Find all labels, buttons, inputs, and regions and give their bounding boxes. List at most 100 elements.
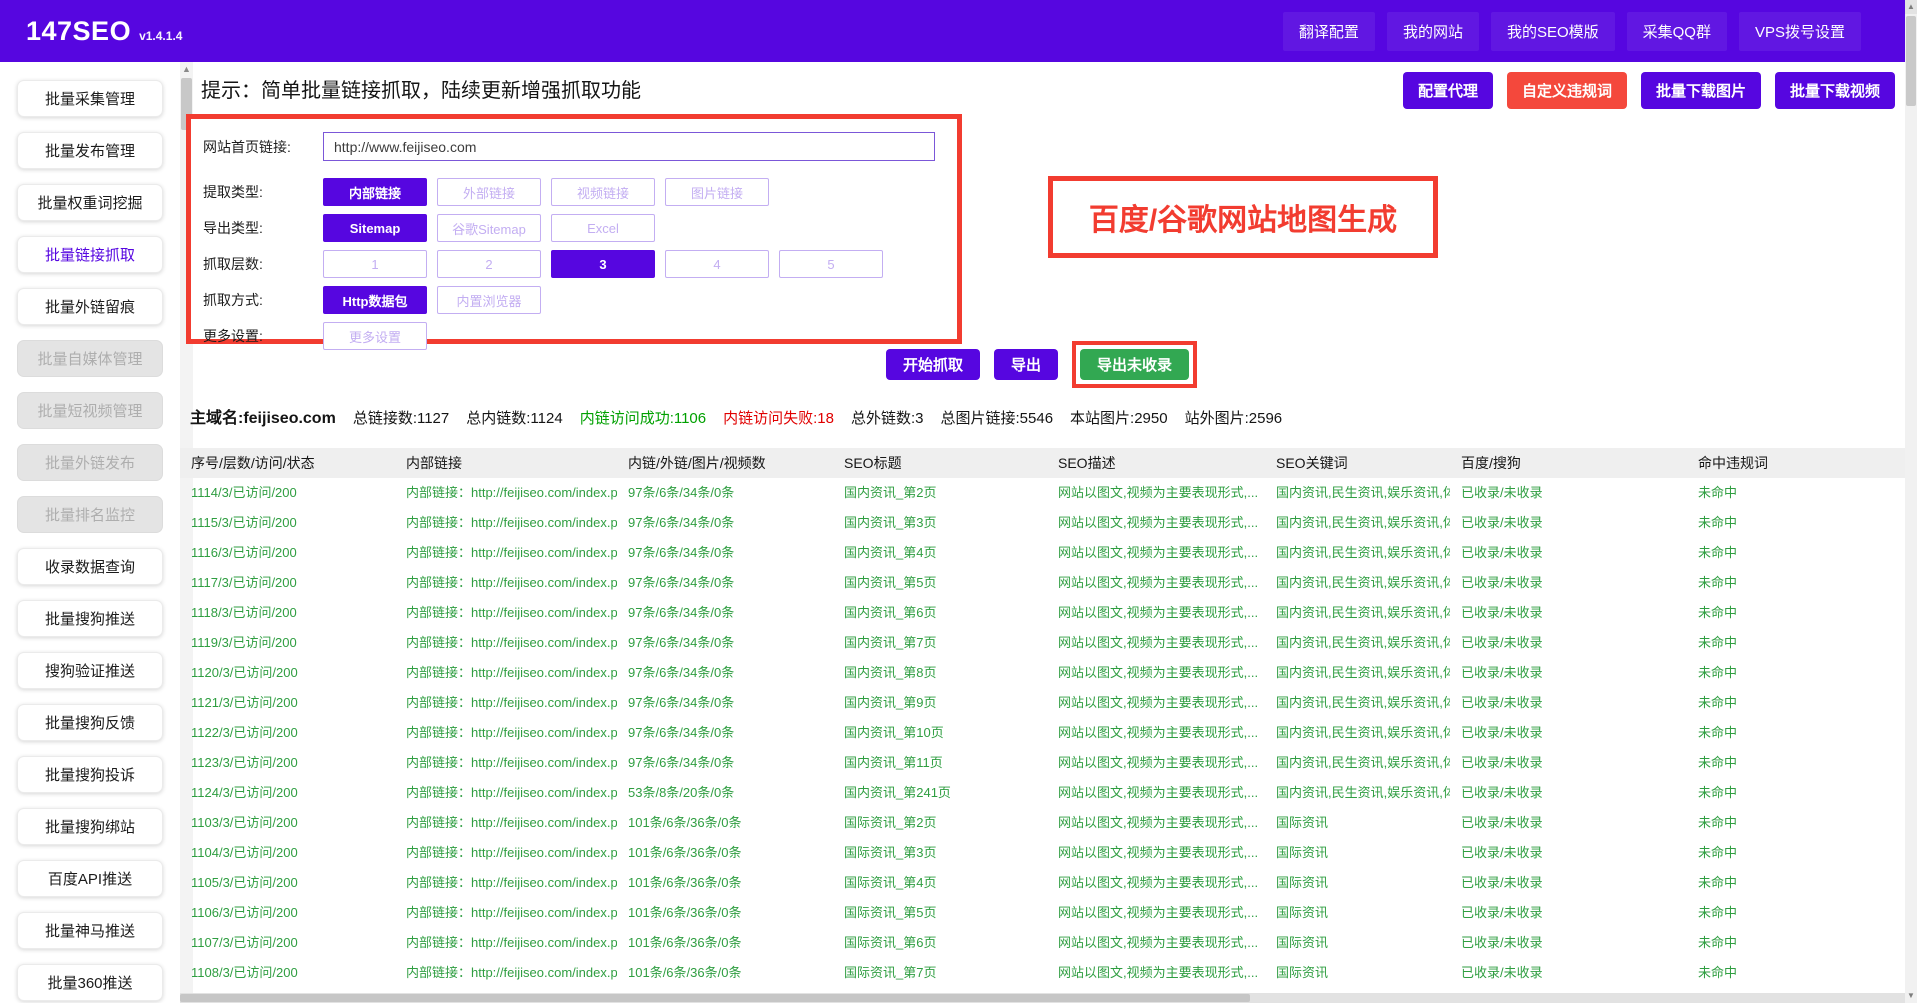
cell-7: 已收录/未收录 (1450, 508, 1687, 538)
column-header-6: SEO关键词 (1265, 448, 1450, 478)
nav-item-1[interactable]: 翻译配置 (1283, 12, 1375, 51)
column-header-8: 命中违规词 (1687, 448, 1905, 478)
sidebar-item-1[interactable]: 批量采集管理 (17, 80, 163, 117)
cell-8: 未命中 (1687, 838, 1905, 868)
table-row[interactable]: 1117/3/已访问/200内部链接：http://feijiseo.com/i… (180, 568, 1905, 598)
form-label-6: 更多设置: (203, 326, 323, 346)
action-button-2[interactable]: 导出 (994, 349, 1058, 380)
horizontal-scrollbar[interactable] (180, 993, 1905, 1003)
cell-7: 已收录/未收录 (1450, 478, 1687, 508)
nav-item-3[interactable]: 我的SEO模版 (1491, 12, 1615, 51)
table-row[interactable]: 1119/3/已访问/200内部链接：http://feijiseo.com/i… (180, 628, 1905, 658)
cell-4: 国际资讯_第4页 (833, 868, 1047, 898)
summary-stat-1: 主域名:feijiseo.com (190, 404, 336, 428)
cell-5: 网站以图文,视频为主要表现形式,... (1047, 508, 1265, 538)
table-row[interactable]: 1120/3/已访问/200内部链接：http://feijiseo.com/i… (180, 658, 1905, 688)
table-row[interactable]: 1103/3/已访问/200内部链接：http://feijiseo.com/i… (180, 808, 1905, 838)
toolbar-button-3[interactable]: 批量下载图片 (1641, 72, 1761, 109)
sidebar-item-14[interactable]: 批量搜狗投诉 (17, 756, 163, 793)
sidebar-item-11[interactable]: 批量搜狗推送 (17, 600, 163, 637)
table-row[interactable]: 1116/3/已访问/200内部链接：http://feijiseo.com/i… (180, 538, 1905, 568)
table-row[interactable]: 1107/3/已访问/200内部链接：http://feijiseo.com/i… (180, 928, 1905, 958)
sidebar-item-15[interactable]: 批量搜狗绑站 (17, 808, 163, 845)
column-header-3: 内链/外链/图片/视频数 (617, 448, 833, 478)
nav-item-4[interactable]: 采集QQ群 (1627, 12, 1727, 51)
sidebar-item-12[interactable]: 搜狗验证推送 (17, 652, 163, 689)
action-button-3[interactable]: 导出未收录 (1080, 349, 1189, 380)
option-button[interactable]: 视频链接 (551, 178, 655, 206)
cell-7: 已收录/未收录 (1450, 688, 1687, 718)
sidebar-item-10[interactable]: 收录数据查询 (17, 548, 163, 585)
cell-8: 未命中 (1687, 958, 1905, 988)
option-button[interactable]: 外部链接 (437, 178, 541, 206)
toolbar-button-1[interactable]: 配置代理 (1403, 72, 1493, 109)
table-row[interactable]: 1105/3/已访问/200内部链接：http://feijiseo.com/i… (180, 868, 1905, 898)
option-button[interactable]: Http数据包 (323, 286, 427, 314)
window-scrollbar[interactable]: ▲ ▼ (1905, 0, 1917, 1003)
option-button[interactable]: 4 (665, 250, 769, 278)
table-row[interactable]: 1122/3/已访问/200内部链接：http://feijiseo.com/i… (180, 718, 1905, 748)
sidebar: 批量采集管理批量发布管理批量权重词挖掘批量链接抓取批量外链留痕批量自媒体管理批量… (0, 62, 180, 1003)
option-button[interactable]: 内部链接 (323, 178, 427, 206)
cell-2: 内部链接：http://feijiseo.com/index.ph (395, 568, 617, 598)
cell-8: 未命中 (1687, 688, 1905, 718)
cell-6: 国内资讯,民生资讯,娱乐资讯,体育... (1265, 688, 1450, 718)
option-button[interactable]: 2 (437, 250, 541, 278)
cell-1: 1108/3/已访问/200 (180, 958, 395, 988)
cell-1: 1104/3/已访问/200 (180, 838, 395, 868)
nav-item-5[interactable]: VPS拨号设置 (1739, 12, 1861, 51)
sidebar-item-7: 批量短视频管理 (17, 392, 163, 429)
toolbar-button-2[interactable]: 自定义违规词 (1507, 72, 1627, 109)
sidebar-item-2[interactable]: 批量发布管理 (17, 132, 163, 169)
column-header-1: 序号/层数/访问/状态 (180, 448, 395, 478)
scroll-up-icon[interactable]: ▲ (180, 62, 193, 76)
option-button[interactable]: 图片链接 (665, 178, 769, 206)
sidebar-item-17[interactable]: 批量神马推送 (17, 912, 163, 949)
cell-7: 已收录/未收录 (1450, 958, 1687, 988)
sidebar-item-3[interactable]: 批量权重词挖掘 (17, 184, 163, 221)
option-button[interactable]: 谷歌Sitemap (437, 214, 541, 242)
toolbar-button-4[interactable]: 批量下载视频 (1775, 72, 1895, 109)
cell-5: 网站以图文,视频为主要表现形式,... (1047, 598, 1265, 628)
cell-6: 国内资讯,民生资讯,娱乐资讯,体育... (1265, 658, 1450, 688)
option-button[interactable]: 5 (779, 250, 883, 278)
hscrollbar-thumb[interactable] (180, 994, 1250, 1002)
form-label-3: 导出类型: (203, 218, 323, 238)
sidebar-item-5[interactable]: 批量外链留痕 (17, 288, 163, 325)
nav-item-2[interactable]: 我的网站 (1387, 12, 1479, 51)
site-url-input[interactable] (323, 132, 935, 161)
table-row[interactable]: 1106/3/已访问/200内部链接：http://feijiseo.com/i… (180, 898, 1905, 928)
option-button[interactable]: 内置浏览器 (437, 286, 541, 314)
table-row[interactable]: 1121/3/已访问/200内部链接：http://feijiseo.com/i… (180, 688, 1905, 718)
cell-4: 国内资讯_第3页 (833, 508, 1047, 538)
cell-6: 国内资讯,民生资讯,娱乐资讯,体育... (1265, 748, 1450, 778)
table-row[interactable]: 1108/3/已访问/200内部链接：http://feijiseo.com/i… (180, 958, 1905, 988)
table-row[interactable]: 1114/3/已访问/200内部链接：http://feijiseo.com/i… (180, 478, 1905, 508)
action-button-1[interactable]: 开始抓取 (886, 349, 980, 380)
cell-3: 53条/8条/20条/0条 (617, 778, 833, 808)
summary-stat-5: 内链访问失败:18 (723, 407, 834, 428)
sidebar-item-13[interactable]: 批量搜狗反馈 (17, 704, 163, 741)
cell-4: 国内资讯_第11页 (833, 748, 1047, 778)
sidebar-item-18[interactable]: 批量360推送 (17, 964, 163, 1001)
scroll-up-icon[interactable]: ▲ (1905, 0, 1917, 14)
option-button[interactable]: 3 (551, 250, 655, 278)
table-row[interactable]: 1118/3/已访问/200内部链接：http://feijiseo.com/i… (180, 598, 1905, 628)
table-row[interactable]: 1123/3/已访问/200内部链接：http://feijiseo.com/i… (180, 748, 1905, 778)
sidebar-item-16[interactable]: 百度API推送 (17, 860, 163, 897)
table-row[interactable]: 1104/3/已访问/200内部链接：http://feijiseo.com/i… (180, 838, 1905, 868)
scrollbar-thumb[interactable] (1906, 16, 1916, 106)
sidebar-item-4[interactable]: 批量链接抓取 (17, 236, 163, 273)
option-button[interactable]: Sitemap (323, 214, 427, 242)
cell-7: 已收录/未收录 (1450, 928, 1687, 958)
column-header-4: SEO标题 (833, 448, 1047, 478)
table-body: 1114/3/已访问/200内部链接：http://feijiseo.com/i… (180, 478, 1905, 988)
cell-8: 未命中 (1687, 778, 1905, 808)
option-button[interactable]: Excel (551, 214, 655, 242)
table-row[interactable]: 1124/3/已访问/200内部链接：http://feijiseo.com/i… (180, 778, 1905, 808)
option-button[interactable]: 1 (323, 250, 427, 278)
table-row[interactable]: 1115/3/已访问/200内部链接：http://feijiseo.com/i… (180, 508, 1905, 538)
scroll-down-icon[interactable]: ▼ (1905, 989, 1917, 1003)
cell-7: 已收录/未收录 (1450, 898, 1687, 928)
option-button[interactable]: 更多设置 (323, 322, 427, 350)
